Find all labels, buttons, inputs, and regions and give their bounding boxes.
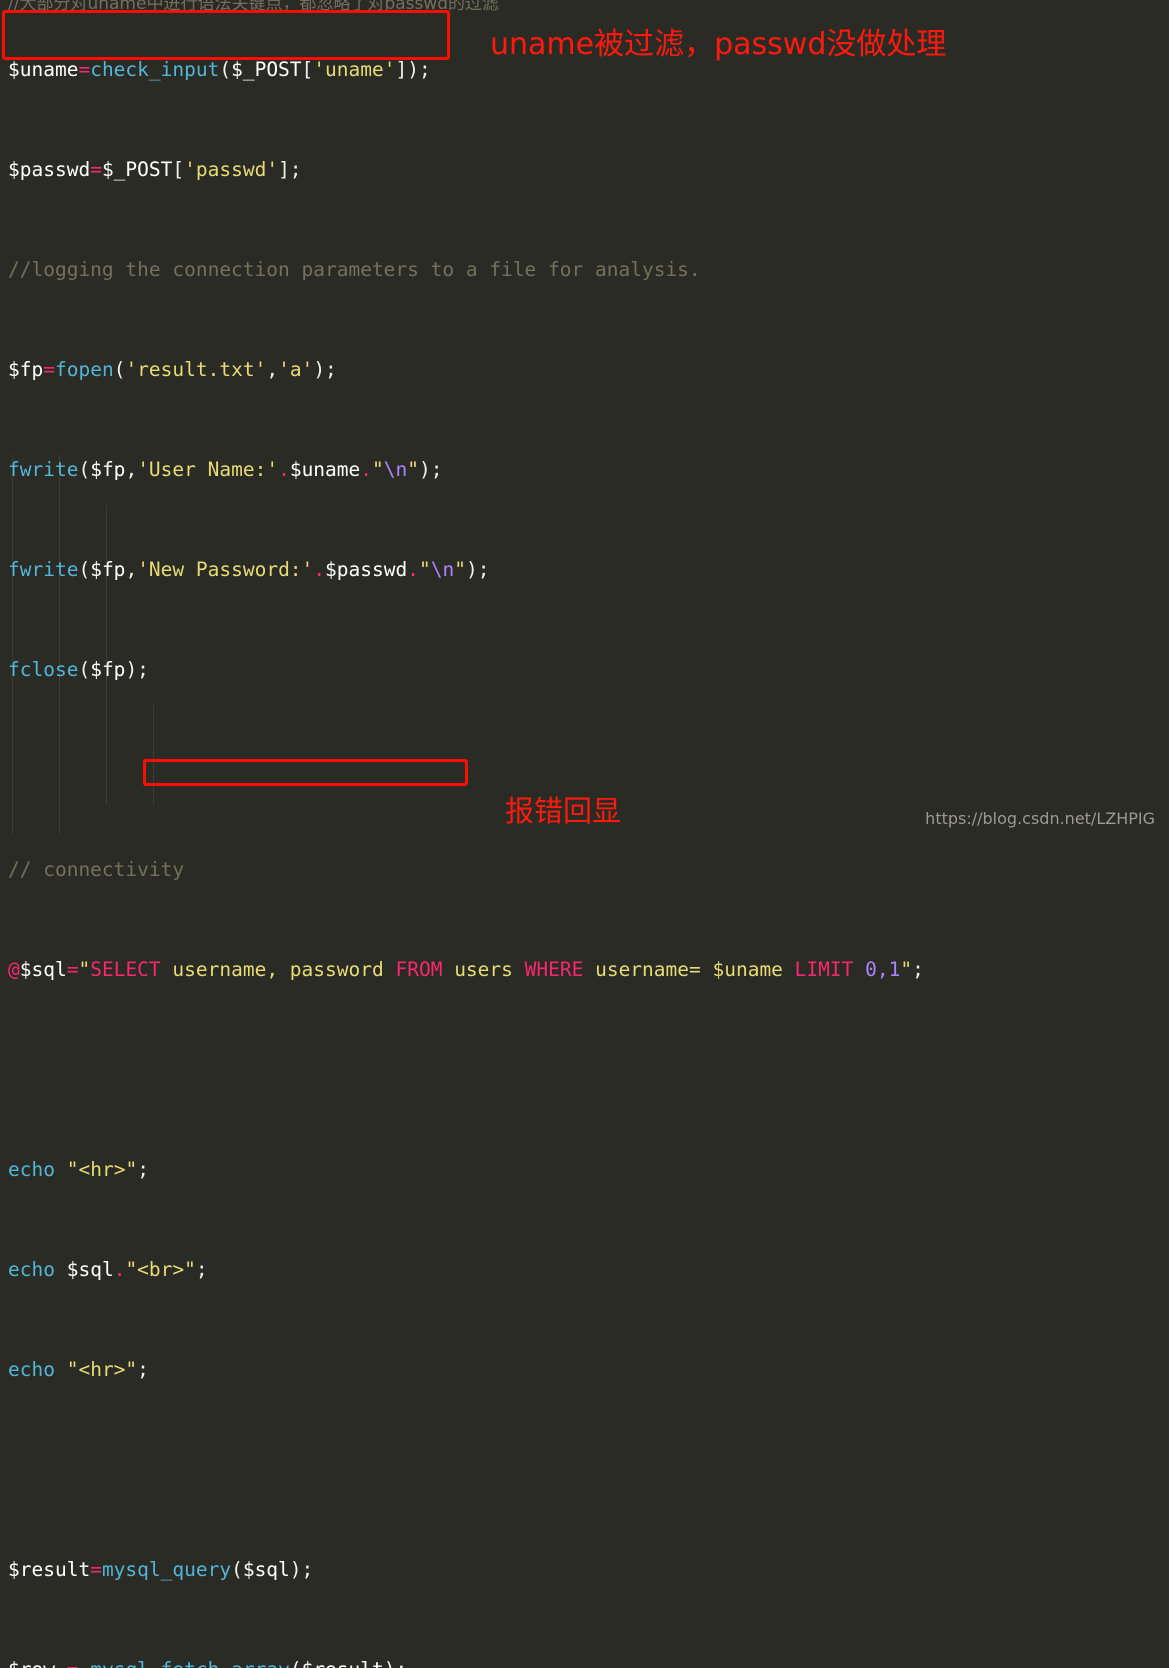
code-line: echo "<hr>"; (8, 1358, 149, 1381)
code-block[interactable]: $uname=check_input($_POST['uname']); $pa… (8, 0, 1169, 1668)
code-line: $fp=fopen('result.txt','a'); (8, 358, 337, 381)
code-line: // connectivity (8, 858, 185, 881)
annotation-label-error-echo: 报错回显 (505, 794, 622, 828)
code-line: @$sql="SELECT username, password FROM us… (8, 958, 924, 981)
annotation-label-input-handling: uname被过滤，passwd没做处理 (490, 27, 947, 62)
code-line: fwrite($fp,'New Password:'.$passwd."\n")… (8, 558, 490, 581)
code-line: fwrite($fp,'User Name:'.$uname."\n"); (8, 458, 443, 481)
code-line: $passwd=$_POST['passwd']; (8, 158, 302, 181)
code-line: $result=mysql_query($sql); (8, 1558, 314, 1581)
code-line: echo "<hr>"; (8, 1158, 149, 1181)
code-line: fclose($fp); (8, 658, 149, 681)
code-line: //logging the connection parameters to a… (8, 258, 701, 281)
watermark-url: https://blog.csdn.net/LZHPIG (925, 809, 1155, 828)
code-line: echo $sql."<br>"; (8, 1258, 208, 1281)
code-editor-pane: //大部分对uname中进行语法关键点，都忽略了对passwd的过滤 $unam… (0, 0, 1169, 1668)
code-line: $row = mysql_fetch_array($result); (8, 1657, 1169, 1668)
